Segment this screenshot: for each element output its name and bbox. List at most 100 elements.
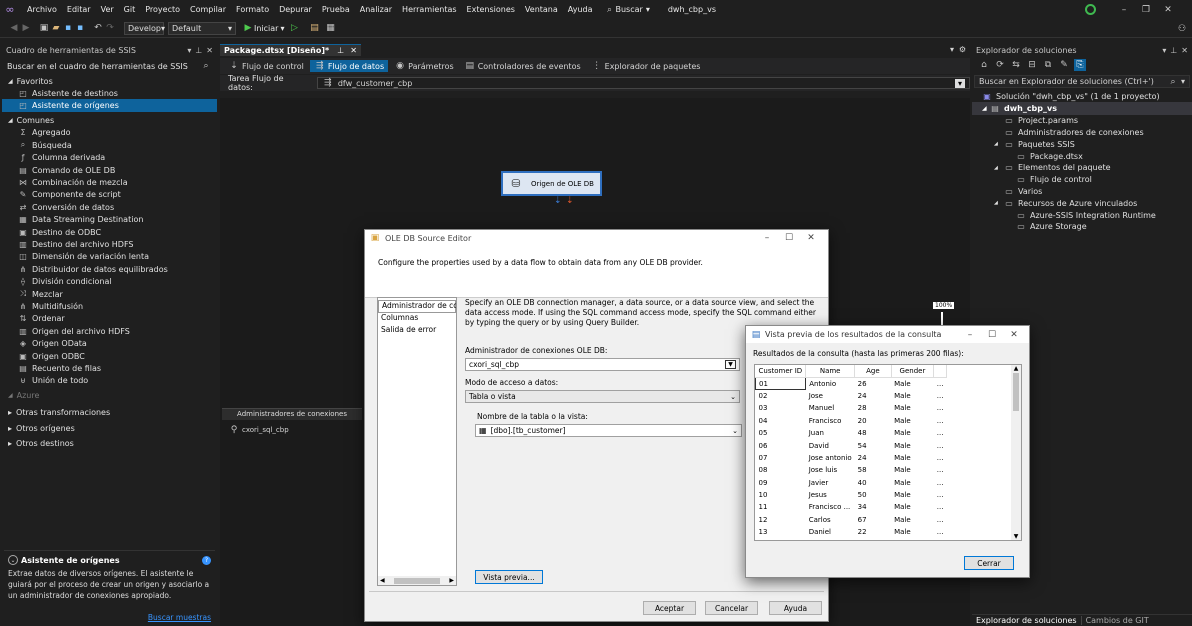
- sync-icon[interactable]: ⟳: [994, 59, 1006, 71]
- toolbox-item-4[interactable]: ⋈ Combinación de mezcla: [2, 176, 217, 188]
- open-icon[interactable]: ▰: [50, 22, 62, 34]
- solution-item-5[interactable]: ▭ Flujo de control: [972, 174, 1192, 186]
- group-other-1[interactable]: ▸ Otros orígenes: [2, 420, 217, 436]
- toolbox-item-fav-0[interactable]: ◰ Asistente de destinos: [2, 87, 217, 99]
- toolbox-item-2[interactable]: ƒ Columna derivada: [2, 152, 217, 164]
- menu-8[interactable]: Prueba: [317, 5, 355, 14]
- task-select[interactable]: ⇶ dfw_customer_cbp ▾: [316, 77, 970, 89]
- tab-designer-2[interactable]: ◉ Parámetros: [390, 60, 458, 72]
- platform-select[interactable]: Default ▾: [168, 21, 236, 35]
- table-row[interactable]: 06 David 54 Male...: [756, 439, 947, 451]
- table-row[interactable]: 02 Jose 24 Male...: [756, 390, 947, 402]
- conn-select[interactable]: cxori_sql_cbp ▼: [465, 358, 740, 371]
- start-button[interactable]: ▶ Iniciar ▾: [242, 22, 285, 34]
- row-more-button[interactable]: ...: [934, 427, 947, 439]
- home-icon[interactable]: ⌂: [978, 59, 990, 71]
- tab-designer-4[interactable]: ⋮ Explorador de paquetes: [587, 60, 705, 72]
- expand-icon[interactable]: ◢: [994, 165, 1004, 171]
- table-row[interactable]: 08 Jose luis 58 Male...: [756, 464, 947, 476]
- row-more-button[interactable]: ...: [934, 514, 947, 526]
- tab-list-icon[interactable]: ▾: [950, 45, 954, 54]
- table-row[interactable]: 05 Juan 48 Male...: [756, 427, 947, 439]
- menu-7[interactable]: Depurar: [274, 5, 317, 14]
- show-all-icon[interactable]: ⧉: [1042, 59, 1054, 71]
- minimize-button[interactable]: –: [756, 233, 778, 243]
- menu-3[interactable]: Git: [119, 5, 141, 14]
- menu-2[interactable]: Ver: [96, 5, 119, 14]
- menu-10[interactable]: Herramientas: [397, 5, 462, 14]
- menu-5[interactable]: Compilar: [185, 5, 231, 14]
- pin-icon[interactable]: ⊥: [195, 46, 202, 55]
- mode-select[interactable]: Tabla o vista ⌄: [465, 390, 740, 403]
- toolbox-item-16[interactable]: ▥ Origen del archivo HDFS: [2, 325, 217, 337]
- zoom-slider[interactable]: [941, 312, 943, 326]
- table-row[interactable]: 01 Antonio 26 Male...: [755, 376, 947, 391]
- toolbox-item-11[interactable]: ⋔ Distribuidor de datos equilibrados: [2, 263, 217, 275]
- group-favorites[interactable]: ◢ Favoritos: [2, 75, 217, 87]
- live-share-icon[interactable]: ⚇: [1176, 23, 1188, 35]
- toolbox-icon[interactable]: ▤: [308, 22, 320, 34]
- data-path-arrow[interactable]: ⇣: [554, 197, 562, 206]
- toolbox-item-9[interactable]: ▥ Destino del archivo HDFS: [2, 238, 217, 250]
- menu-13[interactable]: Ayuda: [563, 5, 598, 14]
- collapse-info-icon[interactable]: ⌄: [8, 555, 18, 565]
- run-without-debug-icon[interactable]: ▷: [288, 22, 300, 34]
- close-window-button[interactable]: ✕: [1157, 5, 1179, 15]
- grid-scrollbar[interactable]: ▲ ▼: [1011, 365, 1021, 540]
- tab-git-changes[interactable]: Cambios de GIT: [1080, 616, 1153, 625]
- table-select[interactable]: ▦ [dbo].[tb_customer] ⌄: [475, 424, 742, 437]
- toolbox-item-6[interactable]: ⇄ Conversión de datos: [2, 201, 217, 213]
- layout-icon[interactable]: ▦: [324, 22, 336, 34]
- group-other-0[interactable]: ▸ Otras transformaciones: [2, 405, 217, 421]
- toolbox-item-17[interactable]: ◈ Origen OData: [2, 337, 217, 349]
- row-more-button[interactable]: ...: [934, 452, 947, 464]
- pin-icon[interactable]: ⊥: [337, 46, 344, 55]
- row-more-button[interactable]: ...: [934, 377, 947, 389]
- row-more-button[interactable]: ...: [934, 501, 947, 513]
- close-dialog-button[interactable]: ✕: [1003, 330, 1025, 340]
- solution-item-1[interactable]: ▭ Administradores de conexiones: [972, 127, 1192, 139]
- solution-item-9[interactable]: ▭ Azure Storage: [972, 221, 1192, 233]
- toolbox-search[interactable]: Buscar en el cuadro de herramientas de S…: [4, 59, 215, 73]
- editor-nav-item-2[interactable]: Salida de error: [378, 325, 456, 338]
- group-common[interactable]: ◢ Comunes: [2, 115, 217, 127]
- project-node[interactable]: ◢ ▤ dwh_cbp_vs: [972, 102, 1192, 115]
- save-icon[interactable]: ▪: [62, 22, 74, 34]
- toolbox-item-fav-1[interactable]: ◰ Asistente de orígenes: [2, 99, 217, 112]
- ole-db-source-component[interactable]: ⛁ Origen de OLE DB: [501, 171, 602, 196]
- help-icon[interactable]: ?: [202, 555, 211, 565]
- zoom-indicator[interactable]: 100%: [933, 302, 955, 309]
- menu-1[interactable]: Editar: [62, 5, 96, 14]
- tab-designer-1[interactable]: ⇶ Flujo de datos: [309, 60, 389, 72]
- pending-changes-icon[interactable]: ⇆: [1010, 59, 1022, 71]
- table-row[interactable]: 04 Francisco 20 Male...: [756, 415, 947, 427]
- maximize-button[interactable]: ❐: [1135, 5, 1157, 15]
- row-more-button[interactable]: ...: [934, 402, 947, 414]
- maximize-button[interactable]: ☐: [778, 233, 800, 243]
- menu-11[interactable]: Extensiones: [462, 5, 520, 14]
- solution-item-6[interactable]: ▭ Varios: [972, 186, 1192, 198]
- group-other-2[interactable]: ▸ Otros destinos: [2, 436, 217, 452]
- forward-icon[interactable]: ▶: [20, 22, 32, 34]
- menu-6[interactable]: Formato: [231, 5, 274, 14]
- toolbox-item-3[interactable]: ▤ Comando de OLE DB: [2, 164, 217, 176]
- redo-icon[interactable]: ↷: [104, 22, 116, 34]
- tab-designer-3[interactable]: ▤ Controladores de eventos: [460, 60, 585, 72]
- toolbox-item-13[interactable]: ⤨ Mezclar: [2, 288, 217, 300]
- toolbox-item-5[interactable]: ✎ Componente de script: [2, 189, 217, 201]
- undo-icon[interactable]: ↶: [92, 22, 104, 34]
- settings-icon[interactable]: ⚙: [959, 45, 966, 54]
- row-more-button[interactable]: ...: [934, 526, 947, 538]
- pin-icon[interactable]: ⊥: [1170, 46, 1177, 55]
- table-row[interactable]: 12 Carlos 67 Male...: [756, 514, 947, 526]
- toolbox-item-0[interactable]: Σ Agregado: [2, 127, 217, 139]
- toolbox-item-18[interactable]: ▣ Origen ODBC: [2, 350, 217, 362]
- cancel-button[interactable]: Cancelar: [705, 601, 758, 615]
- samples-link[interactable]: Buscar muestras: [148, 613, 211, 622]
- menu-0[interactable]: Archivo: [22, 5, 62, 14]
- toolbox-item-7[interactable]: ▦ Data Streaming Destination: [2, 214, 217, 226]
- collapse-all-icon[interactable]: ⊟: [1026, 59, 1038, 71]
- dropdown-icon[interactable]: ▾: [1162, 46, 1166, 55]
- editor-nav-item-0[interactable]: Administrador de cone: [378, 300, 456, 313]
- menu-4[interactable]: Proyecto: [140, 5, 185, 14]
